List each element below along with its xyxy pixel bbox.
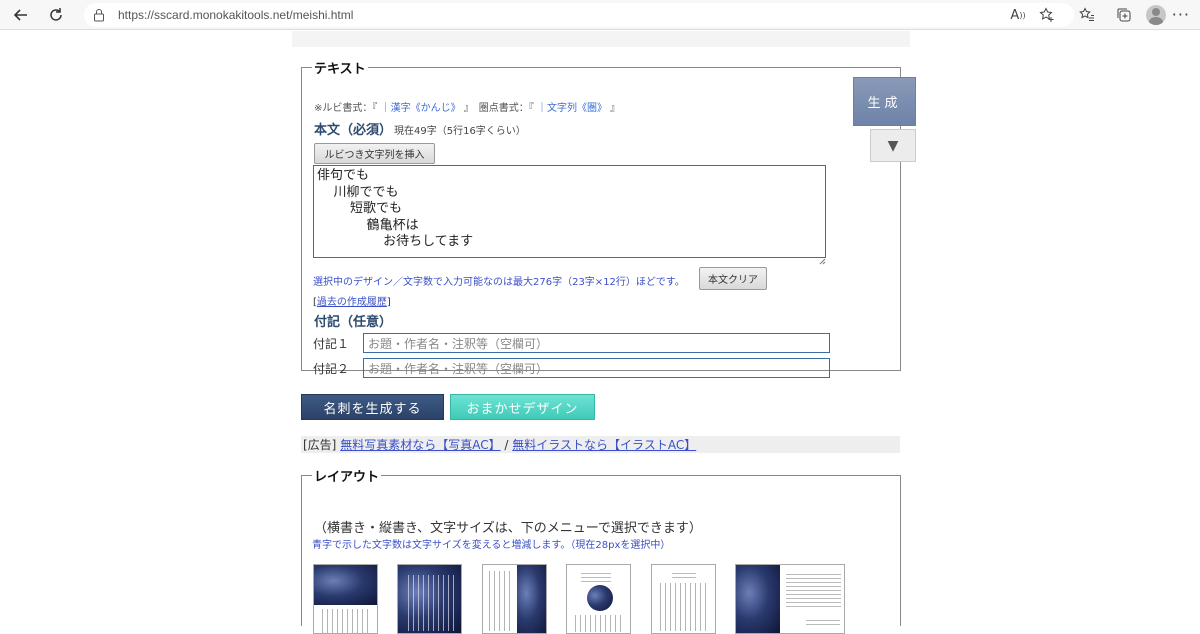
url-text: https://sscard.monokakitools.net/meishi.… bbox=[118, 8, 354, 22]
browser-toolbar: https://sscard.monokakitools.net/meishi.… bbox=[0, 0, 1200, 30]
body-textarea[interactable]: 俳句でも 川柳ででも 短歌でも 鶴亀杯は お待ちしてます bbox=[313, 165, 826, 258]
address-bar[interactable]: https://sscard.monokakitools.net/meishi.… bbox=[84, 3, 1074, 27]
fuki1-label: 付記１ bbox=[313, 337, 350, 351]
layout-thumb-3[interactable] bbox=[482, 564, 547, 634]
chevron-down-icon[interactable]: ▼ bbox=[870, 129, 916, 162]
clear-body-button[interactable]: 本文クリア bbox=[699, 267, 767, 290]
history-link[interactable]: 過去の作成履歴 bbox=[317, 297, 387, 308]
ruby-note-prefix: ※ルビ書式：『 bbox=[314, 103, 378, 114]
reload-icon[interactable] bbox=[45, 4, 67, 26]
layout-thumb-2[interactable] bbox=[397, 564, 462, 634]
fuki2-placeholder: お題・作者名・注釈等（空欄可） bbox=[368, 361, 549, 376]
ruby-format-note: ※ルビ書式：『 ｜漢字《かんじ》 』 圏点書式：『 ｜文字列《圏》 』 bbox=[314, 99, 620, 114]
ruby-note-mid: 』 圏点書式：『 bbox=[463, 103, 534, 114]
top-strip bbox=[292, 31, 910, 47]
read-aloud-icon[interactable]: A)) bbox=[1008, 5, 1028, 25]
lock-icon[interactable] bbox=[92, 8, 106, 22]
ad-prefix: [広告] bbox=[303, 438, 337, 452]
ruby-format-sample: ｜漢字《かんじ》 bbox=[380, 103, 461, 114]
fuki1-input[interactable]: お題・作者名・注釈等（空欄可） bbox=[363, 333, 830, 353]
resize-grip-icon[interactable] bbox=[818, 250, 826, 265]
layout-thumb-4[interactable] bbox=[566, 564, 631, 634]
generate-button[interactable]: 生成 bbox=[853, 77, 916, 126]
ad-link-photo[interactable]: 無料写真素材なら【写真AC】 bbox=[340, 436, 500, 453]
layout-description: （横書き・縦書き、文字サイズは、下のメニューで選択できます） bbox=[314, 521, 702, 536]
layout-fieldset: レイアウト （横書き・縦書き、文字サイズは、下のメニューで選択できます） 青字で… bbox=[301, 466, 901, 634]
back-arrow-icon[interactable] bbox=[10, 4, 32, 26]
fuki2-label: 付記２ bbox=[313, 362, 350, 376]
omakase-design-button[interactable]: おまかせデザイン bbox=[450, 394, 595, 420]
char-limit-note: 選択中のデザイン／文字数で入力可能なのは最大276字（23字×12行）ほどです。 bbox=[313, 277, 685, 288]
favorites-icon[interactable] bbox=[1077, 5, 1097, 25]
fuki2-input[interactable]: お題・作者名・注釈等（空欄可） bbox=[363, 358, 830, 378]
body-char-count: 現在49字（5行16字くらい） bbox=[394, 126, 526, 137]
ad-separator: / bbox=[504, 437, 509, 452]
fuki-label: 付記（任意） bbox=[314, 315, 393, 330]
more-menu-icon[interactable]: ··· bbox=[1172, 5, 1190, 24]
ad-link-illust[interactable]: 無料イラストなら【イラストAC】 bbox=[512, 436, 696, 453]
profile-avatar[interactable] bbox=[1146, 5, 1166, 25]
ruby-note-suffix: 』 bbox=[610, 103, 621, 114]
ad-bar: [広告] 無料写真素材なら【写真AC】 / 無料イラストなら【イラストAC】 bbox=[301, 436, 900, 453]
generate-meishi-button[interactable]: 名刺を生成する bbox=[301, 394, 444, 420]
layout-thumb-1[interactable] bbox=[313, 564, 378, 634]
collections-icon[interactable] bbox=[1114, 5, 1134, 25]
layout-note: 青字で示した文字数は文字サイズを変えると増減します。（現在28pxを選択中） bbox=[312, 540, 671, 551]
history-link-wrapper: [過去の作成履歴] bbox=[313, 293, 391, 308]
layout-thumb-6[interactable] bbox=[735, 564, 845, 634]
text-fieldset: テキスト ※ルビ書式：『 ｜漢字《かんじ》 』 圏点書式：『 ｜文字列《圏》 』… bbox=[301, 58, 901, 378]
body-label: 本文（必須） bbox=[314, 123, 393, 138]
add-favorite-icon[interactable] bbox=[1037, 5, 1057, 25]
insert-ruby-button[interactable]: ルビつき文字列を挿入 bbox=[314, 143, 435, 164]
history-bracket-close: ] bbox=[386, 297, 391, 308]
layout-thumb-5[interactable] bbox=[651, 564, 716, 634]
text-legend: テキスト bbox=[314, 62, 366, 77]
fuki1-placeholder: お題・作者名・注釈等（空欄可） bbox=[368, 336, 549, 351]
kenten-format-sample: ｜文字列《圏》 bbox=[536, 103, 607, 114]
layout-legend: レイアウト bbox=[314, 470, 380, 485]
